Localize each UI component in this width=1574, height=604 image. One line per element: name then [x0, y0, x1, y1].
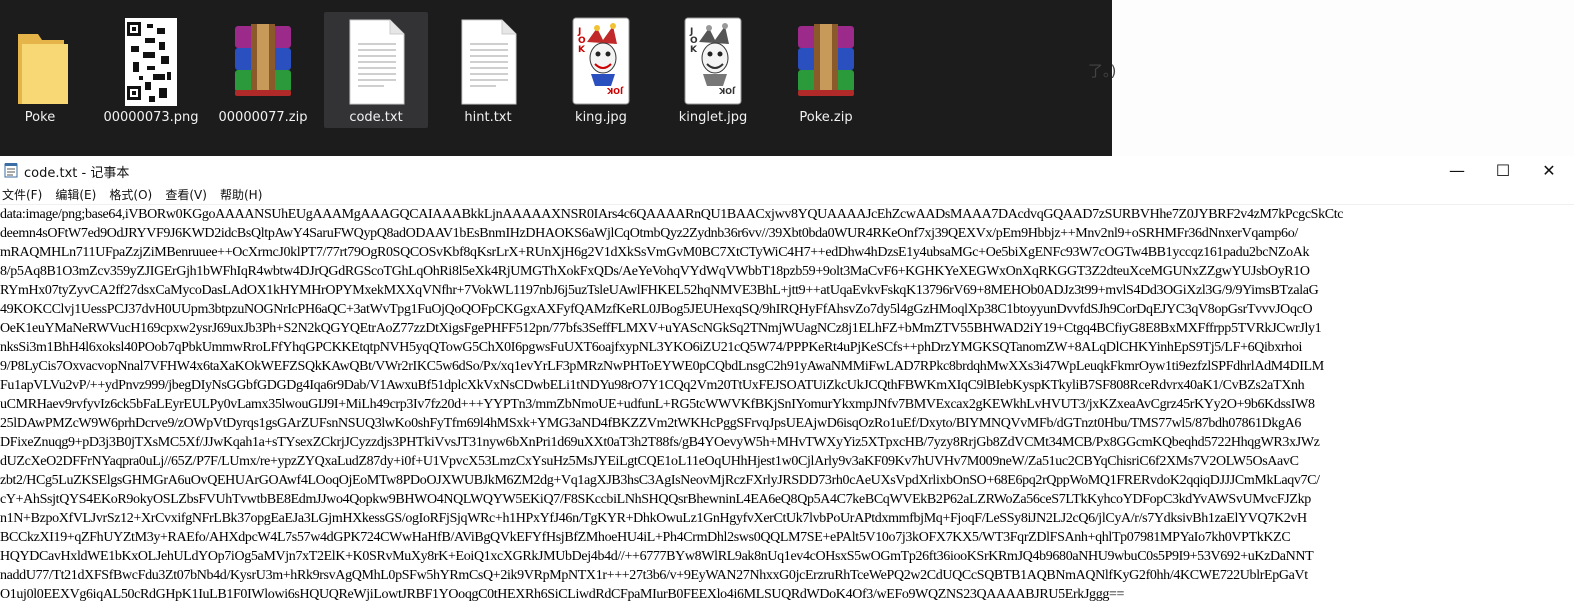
text-line: cY+AhSsjtQYS4EKoR9okyOSLZbsFVUhTvwtbBE8E…: [0, 492, 1311, 507]
file-explorer: Poke 00000073.png 00000077.zip code.txt …: [0, 0, 1112, 156]
text-line: HQYDCavHxldWE1bKxOLJehULdYOp7iOg5aMVjn7x…: [0, 549, 1314, 564]
file-label: Poke.zip: [799, 110, 853, 125]
svg-text:K: K: [690, 45, 698, 55]
winrar-archive-icon: [798, 24, 854, 96]
qr-image-icon: [125, 18, 177, 106]
winrar-archive-icon: [235, 24, 291, 96]
notepad-window: code.txt - 记事本 — ☐ ✕ 文件(F) 编辑(E) 格式(O) 查…: [0, 156, 1574, 604]
text-editor[interactable]: data:image/png;base64,iVBORw0KGgoAAAANSU…: [0, 205, 1574, 604]
folder-icon: [18, 34, 68, 104]
file-label: 00000073.png: [103, 110, 199, 125]
text-line: deemn4sOFtW7ed9OdJRYVF9J6KWD2idcBsQltpAw…: [0, 226, 1298, 241]
file-item-poke-folder[interactable]: Poke: [0, 12, 92, 128]
file-label: king.jpg: [575, 110, 627, 125]
file-item-king-jpg[interactable]: J O K JOK king.jpg: [549, 12, 653, 128]
text-line: BCCkzXI19+qZFhUYZtM3y+RAEfo/AHXdpcW4L7s5…: [0, 530, 1291, 545]
file-label: kinglet.jpg: [678, 110, 748, 125]
text-file-icon: [461, 19, 517, 105]
text-file-icon: [349, 19, 405, 105]
menu-view[interactable]: 查看(V): [163, 185, 213, 205]
window-title: code.txt - 记事本: [24, 166, 130, 181]
text-line: O1uj0l0EEXVg6iqAL50cRdGHpK1IuLB1F0IWlowi…: [0, 587, 1125, 602]
file-item-00000073-png[interactable]: 00000073.png: [99, 12, 203, 128]
text-line: 25lDAwPMZcW9W6prhDcrve9/zOWpVtDyrqs1gsGA…: [0, 416, 1302, 431]
text-line: 9/P8LyCis7OxvacvopNnal7VFHW4x6taXaKOkWEF…: [0, 359, 1324, 374]
file-item-00000077-zip[interactable]: 00000077.zip: [211, 12, 315, 128]
file-item-code-txt[interactable]: code.txt: [324, 12, 428, 128]
menu-bar: 文件(F) 编辑(E) 格式(O) 查看(V) 帮助(H): [0, 184, 1574, 205]
text-line: RYmHx07tyZyvCA2ff27dsxCaMycoDasLAdOX1kHY…: [0, 283, 1319, 298]
text-line: DFixeZnuqg9+pD3j3B0jTXsMC5Xf/JJwKqah1a+s…: [0, 435, 1320, 450]
text-line: Fu1apVLVu2vP/++ydPnvz999/jbegDIyNsGGbfGD…: [0, 378, 1305, 393]
text-line: 49KOKCClvj1UessPCJ37dvH0UUpm3btpzuNOGNrI…: [0, 302, 1313, 317]
minimize-button[interactable]: —: [1434, 156, 1480, 184]
file-item-kinglet-jpg[interactable]: J O K JOK kinglet.jpg: [661, 12, 765, 128]
text-line: data:image/png;base64,iVBORw0KGgoAAAANSU…: [0, 207, 1344, 222]
text-line: n1N+BzpoXfVLJvrSz12+XrCvxifgNFrLBk37opgE…: [0, 511, 1307, 526]
maximize-button[interactable]: ☐: [1480, 156, 1526, 184]
notepad-icon: [4, 163, 18, 178]
background-window-text: 了。): [1088, 62, 1117, 80]
text-line: dUZcXeO2DFFrNYaqpra0uLj//65Z/P7F/LUmx/re…: [0, 454, 1299, 469]
menu-help[interactable]: 帮助(H): [218, 185, 268, 205]
text-line: zbt2/HCg5LuZKSElgsGHMGrA6uOvQEHUArGOAwf4…: [0, 473, 1320, 488]
text-line: 8/p5Aq8B1O3mZcv359yZJIGErGjh1bWFhIqR4wbt…: [0, 264, 1310, 279]
background-window: [1112, 0, 1574, 156]
file-label: hint.txt: [464, 110, 512, 125]
file-item-poke-zip[interactable]: Poke.zip: [774, 12, 878, 128]
menu-format[interactable]: 格式(O): [107, 185, 158, 205]
menu-file[interactable]: 文件(F): [0, 185, 48, 205]
svg-text:K: K: [578, 45, 586, 55]
file-label: Poke: [24, 110, 56, 125]
file-item-hint-txt[interactable]: hint.txt: [436, 12, 540, 128]
svg-text:JOK: JOK: [606, 86, 624, 95]
joker-card-icon: J O K JOK: [684, 17, 742, 105]
svg-text:JOK: JOK: [718, 86, 736, 95]
file-label: code.txt: [349, 110, 403, 125]
text-line: OeK1euYMaNeRWVucH169cpxw2ysrJ69uxJb3Ph+S…: [0, 321, 1322, 336]
menu-edit[interactable]: 编辑(E): [53, 185, 102, 205]
close-button[interactable]: ✕: [1526, 156, 1572, 184]
text-line: nksSi3m1BhH4l6xoksl40POob7qPbkUmmwRroLFf…: [0, 340, 1303, 355]
joker-card-icon: J O K JOK: [572, 17, 630, 105]
file-label: 00000077.zip: [218, 110, 308, 125]
text-line: naddU77/Tt21dXFSfBwcFdu3Zt07bNb4d/KysrU3…: [0, 568, 1308, 583]
text-line: uCMRHaev9rvfyvIz6ck5bFaLEyrEULPy0vLamx35…: [0, 397, 1315, 412]
title-bar[interactable]: code.txt - 记事本 — ☐ ✕: [0, 156, 1574, 184]
text-line: mRAQMHLn711UFpaZzjZiMBenruuee++OcXrmcJ0k…: [0, 245, 1310, 260]
